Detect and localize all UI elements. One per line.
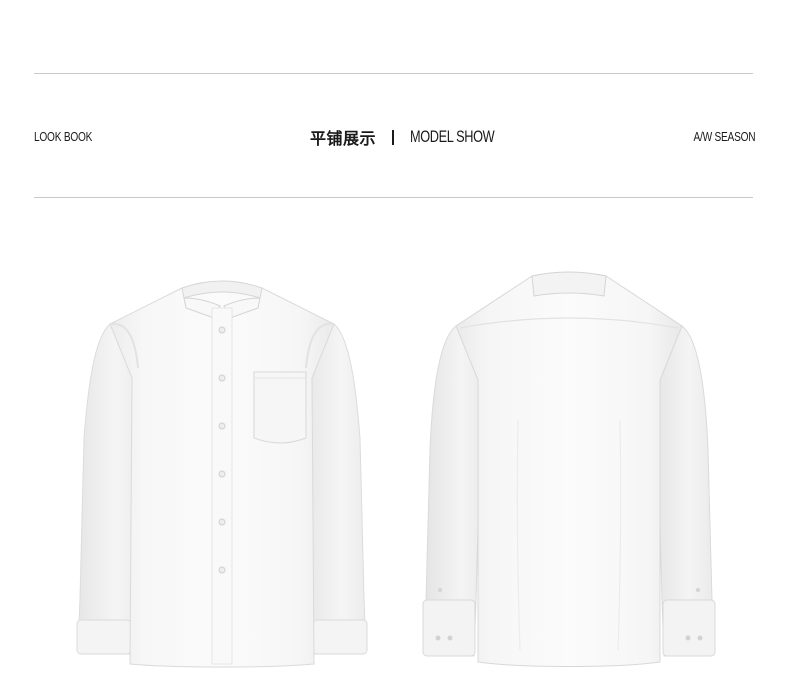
- bottom-divider: [34, 197, 753, 198]
- section-title-en: MODEL SHOW: [410, 127, 495, 146]
- title-separator: [392, 129, 395, 145]
- section-title-cn: 平铺展示: [310, 129, 377, 148]
- shirt-front-image: [74, 268, 370, 670]
- white-shirt-back-icon: [422, 271, 716, 667]
- shirt-back-image: [420, 270, 718, 670]
- white-shirt-front-icon: [76, 280, 368, 668]
- section-title: 平铺展示 MODEL SHOW: [310, 124, 522, 150]
- top-divider: [34, 73, 753, 74]
- season-label: A/W SEASON: [693, 129, 755, 144]
- section-header: LOOK BOOK 平铺展示 MODEL SHOW A/W SEASON: [34, 124, 755, 150]
- look-book-label: LOOK BOOK: [34, 129, 93, 144]
